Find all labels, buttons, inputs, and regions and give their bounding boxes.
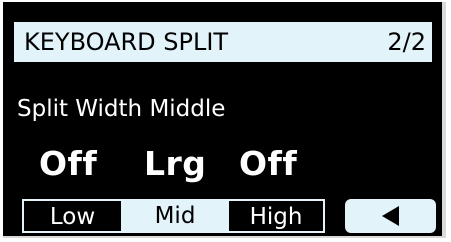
header-bar: KEYBOARD SPLIT 2/2 xyxy=(14,22,432,62)
value-low: Off xyxy=(39,144,98,183)
device-frame: KEYBOARD SPLIT 2/2 Split Width Middle Of… xyxy=(3,2,446,238)
left-triangle-icon xyxy=(382,206,399,226)
back-button[interactable] xyxy=(345,199,436,233)
segment-low-button[interactable]: Low xyxy=(22,199,123,233)
value-mid: Lrg xyxy=(144,144,207,183)
page-title: KEYBOARD SPLIT xyxy=(24,28,229,56)
segment-mid-button[interactable]: Mid xyxy=(122,199,228,233)
value-high: Off xyxy=(239,144,298,183)
display-screen: KEYBOARD SPLIT 2/2 Split Width Middle Of… xyxy=(3,2,442,236)
page-indicator: 2/2 xyxy=(387,28,426,56)
parameter-label: Split Width Middle xyxy=(17,96,226,122)
segment-high-button[interactable]: High xyxy=(227,199,325,233)
